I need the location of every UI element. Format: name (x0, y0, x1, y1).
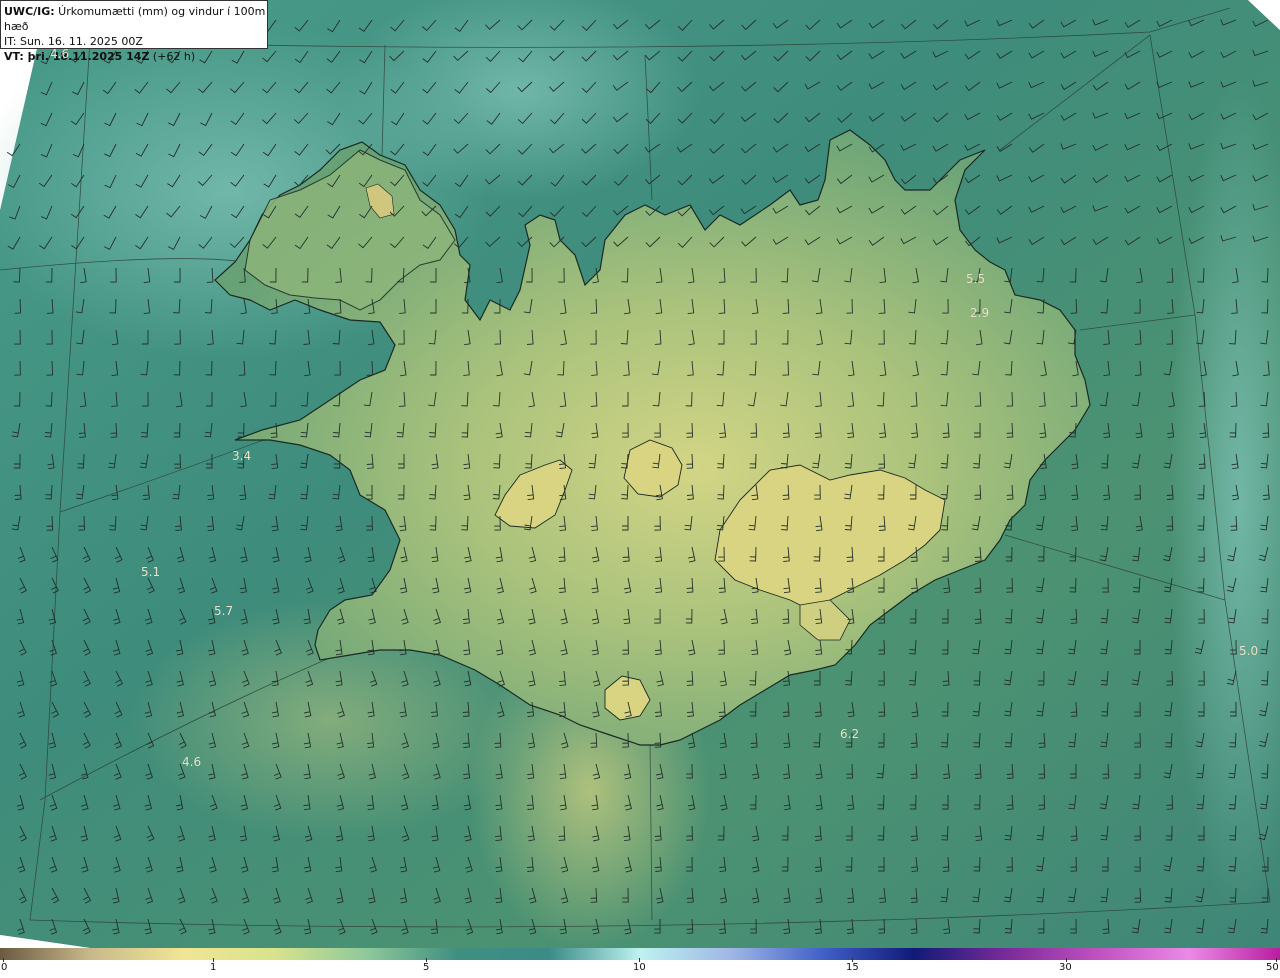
colorbar-tick-label: 15 (846, 962, 859, 973)
forecast-lead: (+62 h) (149, 50, 196, 63)
model-name: UWC/IG: (4, 5, 55, 18)
colorbar-tick-label: 5 (423, 962, 430, 973)
value-label: 3.4 (232, 449, 252, 463)
value-label: 6.2 (840, 727, 860, 741)
map-info-box: UWC/IG: Úrkomumætti (mm) og vindur í 100… (0, 0, 268, 63)
precip-colorbar (0, 948, 1280, 960)
value-label: 4.6 (182, 755, 202, 769)
value-label: 5.7 (214, 604, 234, 618)
value-label: 5.0 (1239, 644, 1259, 658)
value-label: 5.1 (141, 565, 161, 579)
colorbar-tick-label: 1 (210, 962, 217, 973)
colorbar-tick-label: 30 (1059, 962, 1072, 973)
value-label: 4.6 (50, 47, 70, 61)
value-label: 2.9 (970, 306, 990, 320)
precip-wind-map (0, 0, 1280, 948)
valid-time: VT: þri. 18.11.2025 14Z (4, 50, 150, 63)
colorbar-tick-label: 10 (633, 962, 646, 973)
value-label: 5.5 (966, 272, 986, 286)
colorbar-tick-label: 0 (1, 962, 8, 973)
colorbar-tick-label: 50 (1266, 962, 1279, 973)
init-time: IT: Sun. 16. 11. 2025 00Z (4, 35, 143, 48)
